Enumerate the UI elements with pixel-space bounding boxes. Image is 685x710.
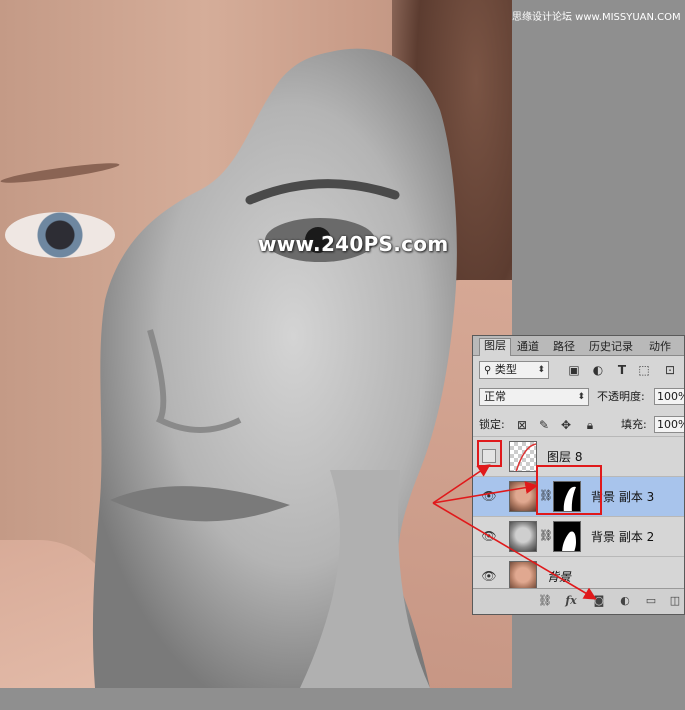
tab-layers[interactable]: 图层 <box>479 338 511 356</box>
opacity-input[interactable]: 100% <box>654 388 684 405</box>
link-layers-icon[interactable]: ⛓︎ <box>537 594 553 608</box>
tab-channels[interactable]: 通道 <box>513 340 543 356</box>
tab-paths[interactable]: 路径 <box>549 340 579 356</box>
new-layer-icon[interactable]: ◫ <box>667 594 683 608</box>
image-filter-icon[interactable]: ▣ <box>567 363 581 377</box>
shape-filter-icon[interactable]: ⬚ <box>637 363 651 377</box>
site-logo: 思缘设计论坛 www.MISSYUAN.COM <box>512 12 681 23</box>
layer-name: 背景 副本 2 <box>591 530 655 544</box>
smart-object-filter-icon[interactable]: ⊡ <box>663 363 677 377</box>
folder-icon[interactable]: ▭ <box>643 594 659 608</box>
lock-position-icon[interactable]: ✥ <box>559 418 573 432</box>
fx-icon[interactable]: fx <box>563 594 579 608</box>
add-mask-icon[interactable]: ◙ <box>591 594 607 608</box>
watermark-text: www.240PS.com <box>258 232 449 256</box>
adjustment-filter-icon[interactable]: ◐ <box>591 363 605 377</box>
panel-footer: ⛓︎ fx ◙ ◐ ▭ ◫ <box>473 588 684 614</box>
tab-actions[interactable]: 动作 <box>645 340 675 356</box>
eye-icon[interactable]: 👁︎ <box>481 569 497 583</box>
layer-thumbnail <box>509 521 537 552</box>
canvas-background-bottom <box>0 688 685 710</box>
tab-history[interactable]: 历史记录 <box>585 340 637 356</box>
lock-label: 锁定: <box>479 418 505 431</box>
layer-thumbnail <box>509 481 537 512</box>
layer-row[interactable]: 👁︎ ⛓︎ 背景 副本 2 <box>473 516 684 556</box>
search-icon: ⚲ <box>484 365 492 376</box>
eye-icon[interactable]: 👁︎ <box>481 529 497 543</box>
lock-row: 锁定: ⊠ ✎ ✥ 🔒︎ 填充: 100% <box>473 414 684 436</box>
fill-label: 填充: <box>621 418 647 431</box>
link-chain-icon[interactable]: ⛓︎ <box>539 529 553 543</box>
blend-mode-value: 正常 <box>484 390 506 403</box>
adjustment-layer-icon[interactable]: ◐ <box>617 594 633 608</box>
highlight-mask-box <box>536 465 602 515</box>
lock-all-icon[interactable]: 🔒︎ <box>583 418 597 432</box>
layer-name: 背景 <box>547 570 572 584</box>
blend-row: 正常 ⬍ 不透明度: 100% <box>473 386 684 408</box>
eye-icon[interactable]: 👁︎ <box>481 489 497 503</box>
fill-input[interactable]: 100% <box>654 416 684 433</box>
chevron-updown-icon: ⬍ <box>537 365 545 375</box>
filter-kind-dropdown[interactable]: ⚲ 类型 ⬍ <box>479 361 549 379</box>
lock-transparent-pixels-icon[interactable]: ⊠ <box>515 418 529 432</box>
layer-mask-thumbnail[interactable] <box>553 521 581 552</box>
layer-thumbnail <box>509 441 537 472</box>
photo-canvas[interactable]: www.240PS.com <box>0 0 512 688</box>
opacity-label: 不透明度: <box>597 390 645 403</box>
chevron-updown-icon: ⬍ <box>577 392 585 402</box>
type-filter-icon[interactable]: T <box>615 363 629 377</box>
filter-kind-value: 类型 <box>494 363 517 376</box>
filter-row: ⚲ 类型 ⬍ ▣ ◐ T ⬚ ⊡ <box>473 360 684 382</box>
blend-mode-dropdown[interactable]: 正常 ⬍ <box>479 388 589 406</box>
lock-image-pixels-icon[interactable]: ✎ <box>537 418 551 432</box>
layer-name: 图层 8 <box>547 450 583 464</box>
highlight-visibility-box <box>477 440 502 467</box>
panel-tabs: 图层 通道 路径 历史记录 动作 <box>473 336 684 356</box>
